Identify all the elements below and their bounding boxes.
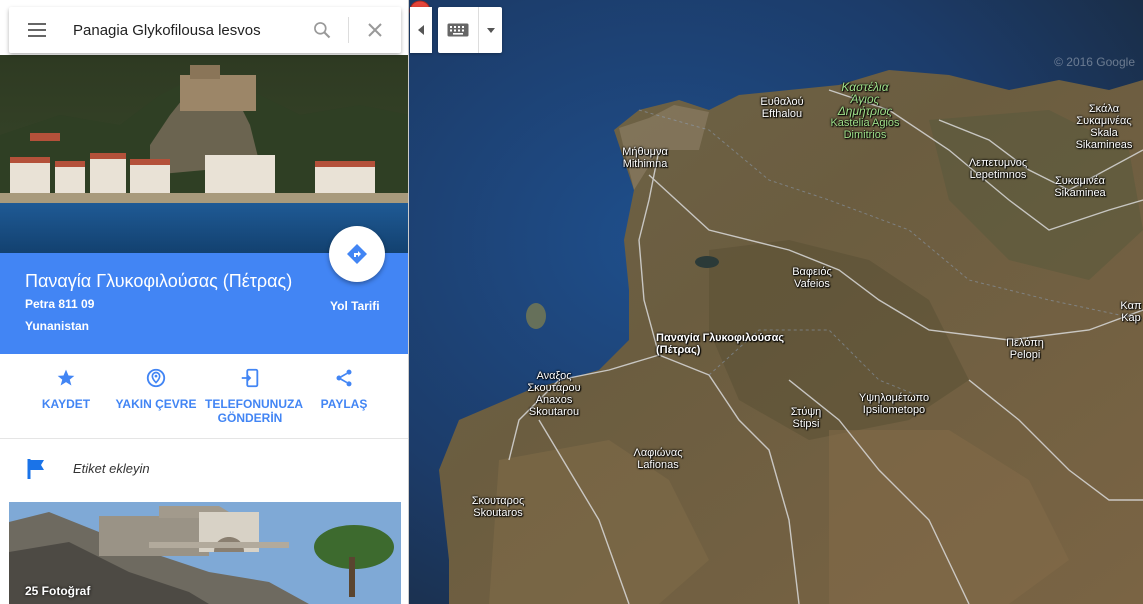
map-pin-label: Παναγία Γλυκοφιλούσας (Πέτρας) (656, 332, 785, 356)
place-panel: Παναγία Γλυκοφιλούσας (Πέτρας) Petra 811… (0, 0, 409, 604)
menu-icon[interactable] (9, 7, 65, 53)
clear-search-button[interactable] (349, 7, 401, 53)
map-label-vafeios: Βαφειός Vafeios (792, 266, 832, 290)
directions-button[interactable] (329, 226, 385, 282)
map-label-kastelia: Καστέλια Άγιος Δημήτριος Kastelia Agios … (830, 80, 900, 141)
map-label-efthalou: Ευθαλού Efthalou (760, 96, 804, 120)
star-icon (57, 369, 75, 386)
map-label-sykaminea: Συκαμινέα Sikaminea (1054, 175, 1106, 199)
map-label-stipsi: Στύψη Stipsi (790, 406, 822, 430)
map-label-pelopi: Πελόπη Pelopi (1006, 337, 1044, 361)
map-label-ipsilometopo: Υψηλομέτωπο Ipsilometopo (858, 392, 930, 416)
place-address-line2: Yunanistan (25, 319, 90, 333)
directions-label[interactable]: Yol Tarifi (330, 299, 380, 313)
map-label-lepetymnos: Λεπετυμνος Lepetimnos (968, 157, 1028, 181)
place-hero-photo[interactable] (0, 55, 408, 255)
directions-icon (347, 244, 367, 264)
satellite-map[interactable]: © 2016 Google Ευθαλού Efthalou Καστέλια Ά… (409, 0, 1143, 604)
map-label-skala: Σκάλα Συκαμινέας Skala Sikamineas (1075, 103, 1133, 151)
map-label-lafionas: Λαφιώνας Lafionas (633, 447, 683, 471)
divider (0, 438, 408, 439)
place-title: Παναγία Γλυκοφιλούσας (Πέτρας) (25, 271, 293, 291)
chevron-left-icon (418, 25, 424, 35)
add-label-row[interactable]: Etiket ekleyin (0, 448, 408, 490)
search-icon (314, 22, 331, 39)
collapse-panel-button[interactable] (410, 7, 432, 53)
keyboard-icon (447, 23, 469, 37)
action-bar: KAYDET YAKIN ÇEVRE TELEFONUNUZA GÖNDERİN … (0, 366, 408, 436)
send-to-phone-icon (241, 368, 259, 388)
nearby-button[interactable]: YAKIN ÇEVRE (111, 366, 201, 411)
photo-gallery[interactable]: 25 Fotoğraf (9, 502, 401, 604)
flag-icon (27, 459, 44, 479)
send-to-phone-button[interactable]: TELEFONUNUZA GÖNDERİN (205, 366, 303, 425)
add-label-text: Etiket ekleyin (73, 461, 150, 476)
search-box: Panagia Glykofilousa lesvos (9, 7, 401, 53)
close-icon (368, 23, 382, 37)
share-button[interactable]: PAYLAŞ (299, 366, 389, 411)
map-label-mithymna: Μήθυμνα Mithimna (622, 146, 668, 170)
map-label-anaxos: Αναξος Σκουτάρου Anaxos Skoutarou (527, 370, 581, 418)
map-copyright: © 2016 Google (1054, 55, 1135, 69)
photo-count: 25 Fotoğraf (25, 584, 91, 598)
search-button[interactable] (296, 7, 348, 53)
search-input[interactable]: Panagia Glykofilousa lesvos (65, 22, 296, 39)
input-tools-button[interactable] (438, 7, 502, 53)
map-label-edge: Καπ Kap (1120, 300, 1142, 324)
nearby-icon (146, 368, 166, 388)
save-button[interactable]: KAYDET (21, 366, 111, 411)
map-label-skoutaros: Σκουταρος Skoutaros (471, 495, 525, 519)
chevron-down-icon (486, 27, 495, 33)
place-address-line1: Petra 811 09 (25, 297, 95, 311)
share-icon (336, 369, 352, 387)
